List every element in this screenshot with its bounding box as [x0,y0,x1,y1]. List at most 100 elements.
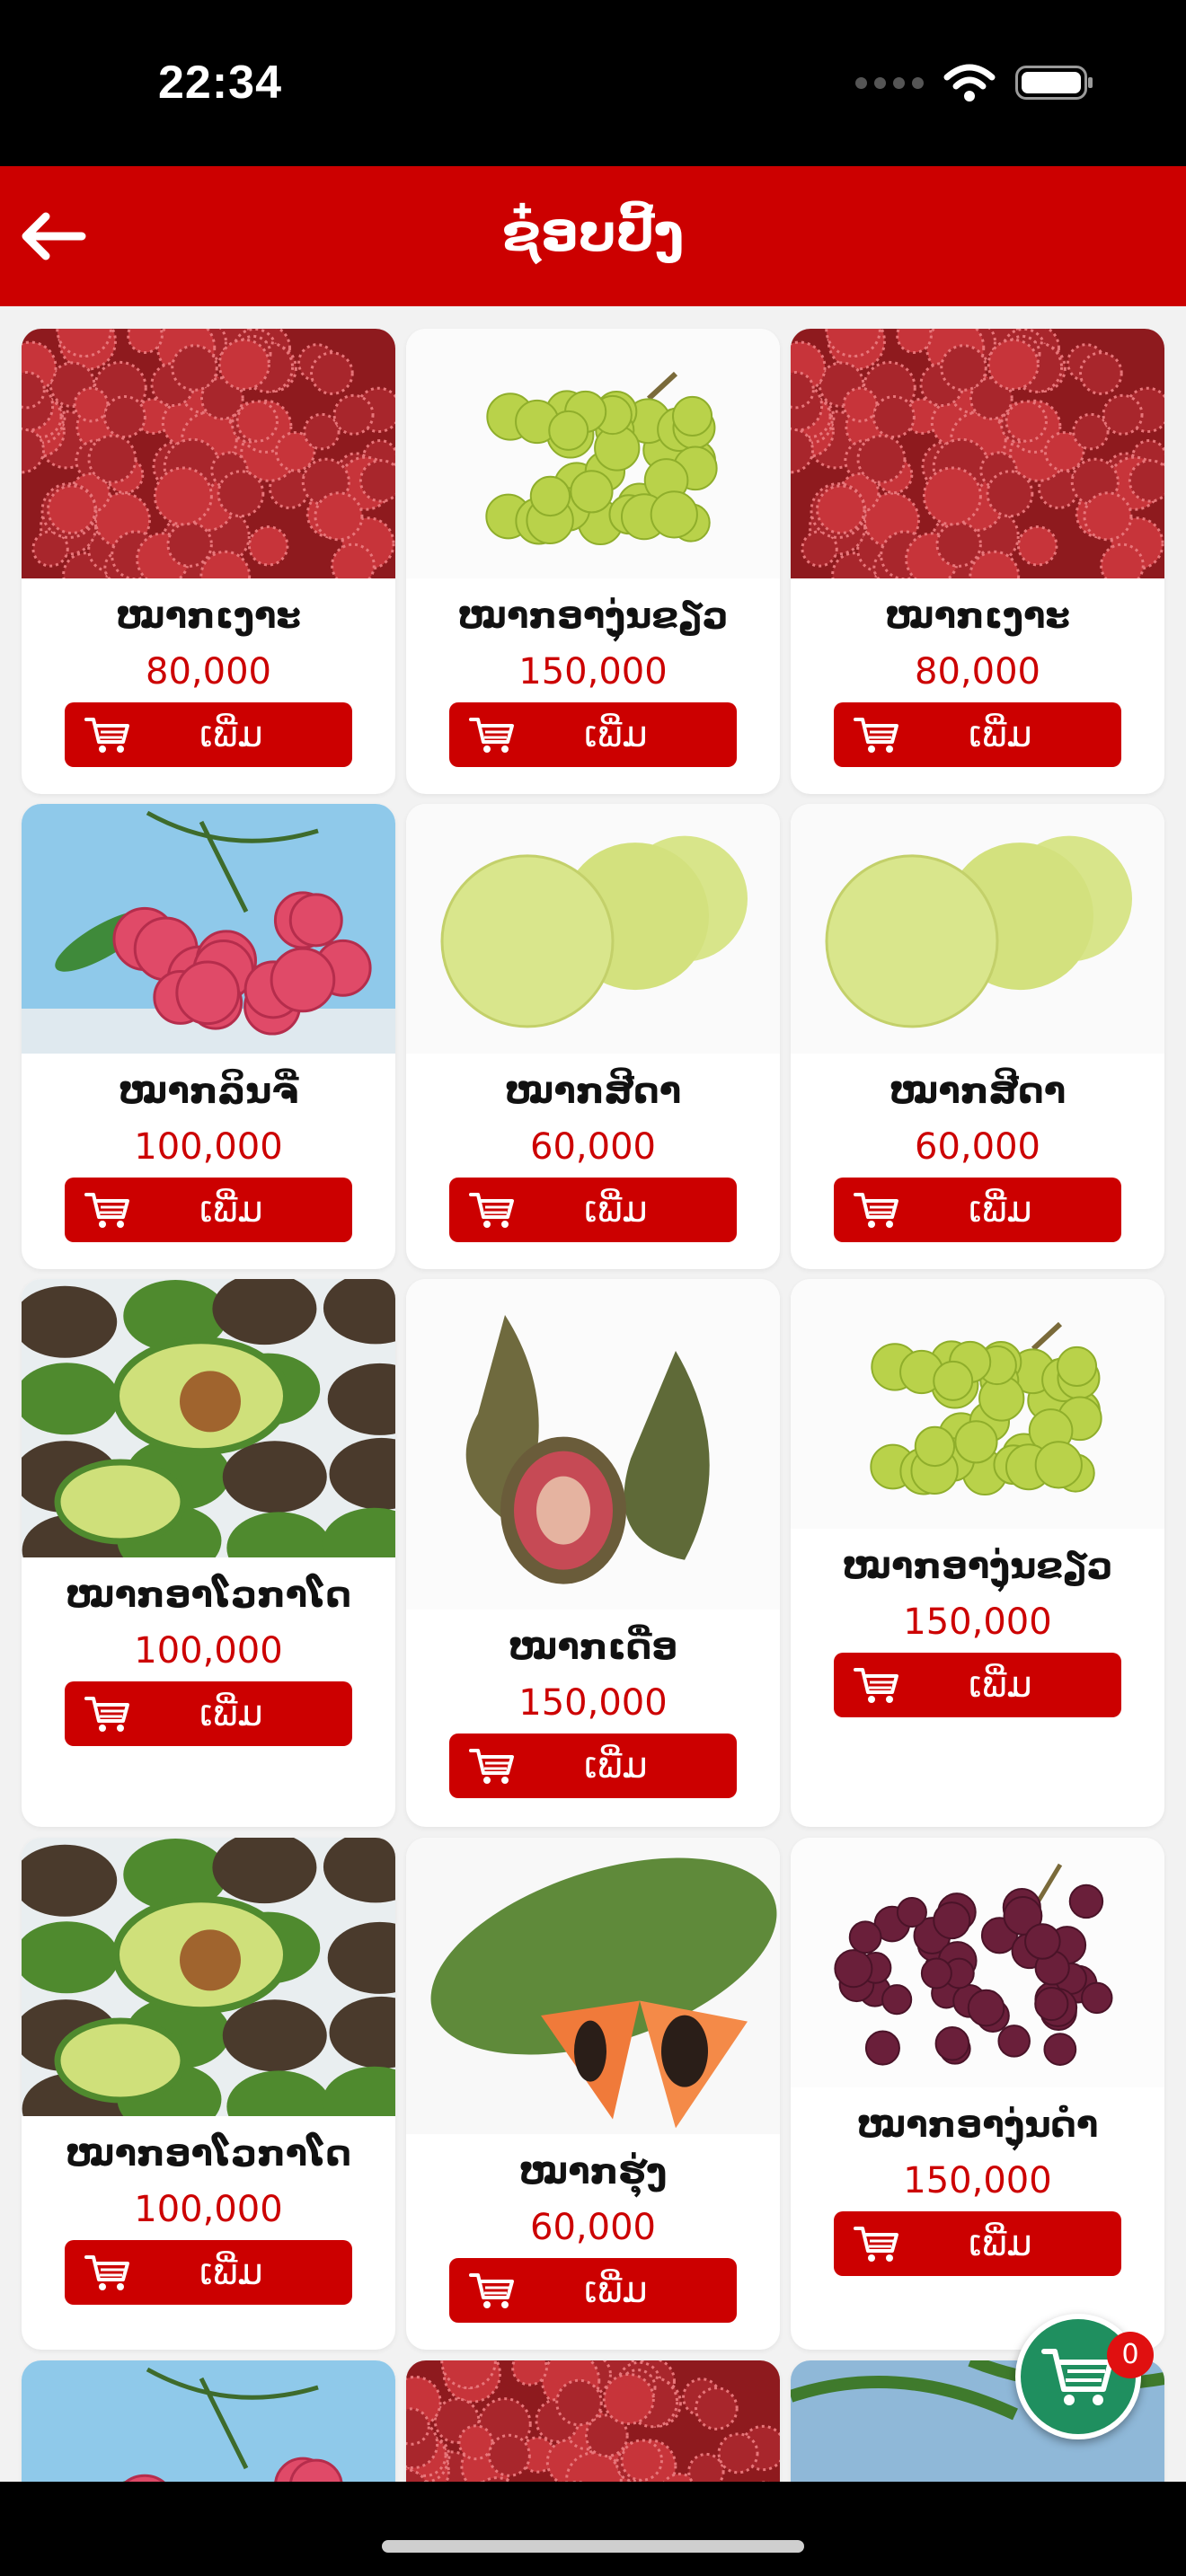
product-name: ໝາກລິນຈີ່ [118,1071,299,1112]
product-image [22,2360,395,2482]
product-image [406,1279,780,1610]
add-button-label: ເພີ່ມ [969,1664,1032,1706]
product-name: ໝາກຮຸ່ງ [518,2151,668,2192]
product-name: ໝາກເງາະ [885,595,1070,637]
add-to-cart-button[interactable]: ເພີ່ມ [65,2240,352,2305]
add-to-cart-button[interactable]: ເພີ່ມ [65,1681,352,1746]
bottom-bar [0,2482,1186,2576]
cart-icon [469,2273,514,2308]
cart-icon [84,718,129,753]
product-name: ໝາກເງາະ [116,595,301,637]
product-card[interactable]: ໝາກສີດາ 60,000 ເພີ່ມ [406,804,780,1269]
product-name: ໝາກອາງຸ່ນດຳ [856,2104,1099,2146]
status-time: 22:34 [158,57,282,109]
cart-icon [854,2227,898,2262]
product-card[interactable]: ໝາກສີດາ 60,000 ເພີ່ມ [791,804,1164,1269]
add-to-cart-button[interactable]: ເພີ່ມ [834,1178,1121,1242]
add-to-cart-button[interactable]: ເພີ່ມ [834,2211,1121,2276]
cart-icon [469,1193,514,1228]
product-price: 60,000 [530,1126,656,1168]
add-button-label: ເພີ່ມ [969,714,1032,755]
product-image [406,804,780,1054]
product-image [22,329,395,578]
cart-icon [84,1697,129,1732]
add-button-label: ເພີ່ມ [199,714,263,755]
product-price: 100,000 [134,2189,283,2230]
product-price: 150,000 [903,2160,1052,2201]
add-to-cart-button[interactable]: ເພີ່ມ [449,2258,737,2323]
product-image [791,1279,1164,1529]
product-price: 60,000 [915,1126,1040,1168]
product-image [406,2360,780,2482]
product-price: 150,000 [518,651,668,693]
product-name: ໝາກເດື່ອ [508,1627,678,1668]
product-price: 150,000 [518,1682,668,1724]
product-card[interactable]: ໝາກອາງຸ່ນຂຽວ 150,000 ເພີ່ມ [791,1279,1164,1827]
product-card[interactable]: ໝາກຮຸ່ງ 60,000 ເພີ່ມ [406,1838,780,2350]
product-card[interactable]: ໝາກອາໂວກາໂດ 100,000 ເພີ່ມ [22,1838,395,2350]
app-header: ຊ໋ອບປີ້ງ [0,166,1186,306]
add-to-cart-button[interactable]: ເພີ່ມ [834,702,1121,767]
cart-icon [854,1668,898,1703]
page-title: ຊ໋ອບປີ້ງ [501,202,685,263]
add-to-cart-button[interactable]: ເພີ່ມ [449,1178,737,1242]
add-to-cart-button[interactable]: ເພີ່ມ [449,1734,737,1798]
product-image [791,1838,1164,2087]
product-card[interactable]: ໝາກອາງຸ່ນຂຽວ 150,000 ເພີ່ມ [406,329,780,794]
add-to-cart-button[interactable]: ເພີ່ມ [834,1653,1121,1717]
battery-icon [1015,66,1093,100]
product-image [791,804,1164,1054]
wifi-icon [943,64,996,101]
add-button-label: ເພີ່ມ [199,1693,263,1734]
cart-icon [1041,2349,1113,2405]
product-price: 100,000 [134,1630,283,1672]
product-price: 100,000 [134,1126,283,1168]
add-button-label: ເພີ່ມ [584,2270,648,2311]
product-grid: ໝາກເງາະ 80,000 ເພີ່ມ ໝາກອາງຸ່ນຂຽວ 150,000 ເພີ… [0,306,1186,2482]
add-button-label: ເພີ່ມ [584,1189,648,1231]
product-image [22,804,395,1054]
product-card[interactable]: ໝາກເດື່ອ 150,000 ເພີ່ມ [406,1279,780,1827]
product-name: ໝາກອາໂວກາໂດ [66,2133,351,2175]
product-card[interactable]: ໝາກອາງຸ່ນດຳ 150,000 ເພີ່ມ [791,1838,1164,2350]
cart-icon [84,2255,129,2290]
cart-icon [854,718,898,753]
product-name: ໝາກສີດາ [504,1071,682,1112]
add-button-label: ເພີ່ມ [199,1189,263,1231]
product-card[interactable]: ໝາກອາໂວກາໂດ 100,000 ເພີ່ມ [22,1279,395,1827]
product-card[interactable]: ໝາກເງາະ 80,000 ເພີ່ມ [791,329,1164,794]
add-button-label: ເພີ່ມ [584,714,648,755]
cellular-signal-icon [855,76,924,89]
product-name: ໝາກອາງຸ່ນຂຽວ [842,1546,1113,1587]
product-name: ໝາກສີດາ [889,1071,1067,1112]
product-card[interactable]: ໝາກລິນຈີ່ 100,000 ເພີ່ມ [22,804,395,1269]
product-image [406,329,780,578]
add-button-label: ເພີ່ມ [969,1189,1032,1231]
product-price: 80,000 [915,651,1040,693]
add-button-label: ເພີ່ມ [199,2252,263,2293]
cart-count-badge: 0 [1107,2332,1154,2378]
cart-icon [469,718,514,753]
product-image [22,1279,395,1557]
product-price: 80,000 [146,651,271,693]
status-bar: 22:34 [0,0,1186,166]
cart-icon [854,1193,898,1228]
product-price: 60,000 [530,2207,656,2248]
product-name: ໝາກອາໂວກາໂດ [66,1575,351,1616]
product-card[interactable]: ໝາກເງາະ 80,000 ເພີ່ມ [22,329,395,794]
add-to-cart-button[interactable]: ເພີ່ມ [65,702,352,767]
add-button-label: ເພີ່ມ [969,2223,1032,2264]
add-to-cart-button[interactable]: ເພີ່ມ [449,702,737,767]
product-image [22,1838,395,2116]
add-to-cart-button[interactable]: ເພີ່ມ [65,1178,352,1242]
home-indicator[interactable] [382,2540,804,2553]
add-button-label: ເພີ່ມ [584,1745,648,1786]
product-name: ໝາກອາງຸ່ນຂຽວ [457,595,729,637]
product-card[interactable] [22,2360,395,2482]
status-icons [855,63,1093,102]
cart-icon [84,1193,129,1228]
product-card[interactable] [406,2360,780,2482]
product-price: 150,000 [903,1601,1052,1643]
cart-icon [469,1749,514,1784]
product-image [791,329,1164,578]
